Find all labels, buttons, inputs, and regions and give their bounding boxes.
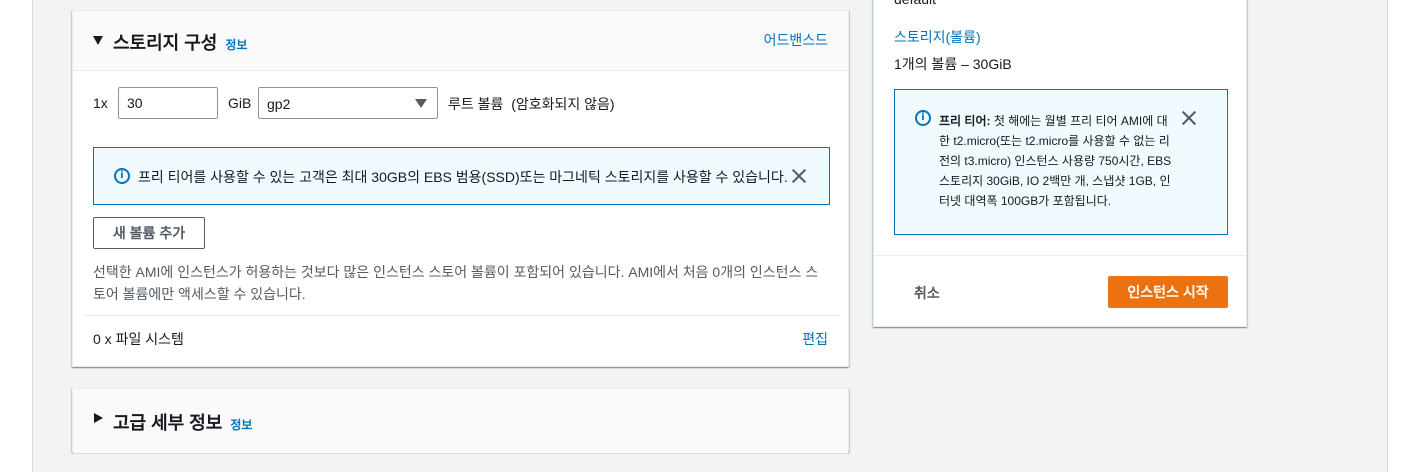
free-tier-bold-label: 프리 티어:: [939, 114, 991, 128]
add-volume-button[interactable]: 새 볼륨 추가: [93, 217, 205, 249]
summary-top-text: default: [894, 0, 936, 7]
storage-panel-header[interactable]: 스토리지 구성 정보 어드밴스드: [73, 11, 848, 71]
info-icon: i: [114, 168, 130, 184]
storage-info-link[interactable]: 정보: [225, 38, 247, 52]
free-tier-summary-alert: i 프리 티어: 첫 해에는 월별 프리 티어 AMI에 대한 t2.micro…: [894, 89, 1228, 235]
volume-size-unit: GiB: [228, 95, 252, 111]
volume-type-select[interactable]: gp2: [258, 87, 438, 119]
cancel-button[interactable]: 취소: [914, 283, 940, 303]
caret-down-icon[interactable]: [93, 36, 103, 45]
free-tier-body: 첫 해에는 월별 프리 티어 AMI에 대한 t2.micro(또는 t2.mi…: [939, 114, 1172, 208]
storage-panel-title: 스토리지 구성 정보: [113, 29, 247, 55]
storage-title-text: 스토리지 구성: [113, 33, 218, 53]
storage-volumes-value: 1개의 볼륨 – 30GiB: [894, 56, 1012, 72]
advanced-details-panel: 고급 세부 정보 정보: [72, 388, 849, 453]
divider: [83, 315, 840, 316]
edit-file-systems-link[interactable]: 편집: [802, 329, 828, 349]
instance-store-note: 선택한 AMI에 인스턴스가 허용하는 것보다 많은 인스턴스 스토어 볼륨이 …: [93, 264, 819, 302]
storage-config-panel: 스토리지 구성 정보 어드밴스드 1x GiB gp2 루트 볼륨 (암호화되지 …: [72, 10, 849, 367]
launch-instance-button[interactable]: 인스턴스 시작: [1108, 276, 1228, 308]
summary-panel: default 스토리지(볼륨) 1개의 볼륨 – 30GiB i 프리 티어:…: [873, 0, 1247, 327]
select-arrow-icon: [415, 99, 427, 108]
caret-right-icon[interactable]: [94, 413, 103, 423]
volume-size-input[interactable]: [118, 87, 218, 119]
volume-row: 1x GiB gp2 루트 볼륨 (암호화되지 않음): [93, 87, 793, 119]
advanced-info-link[interactable]: 정보: [230, 418, 252, 432]
volume-count: 1x: [93, 95, 108, 111]
file-systems-label: 0 x 파일 시스템: [93, 331, 184, 347]
info-icon: i: [915, 110, 931, 126]
close-icon[interactable]: [1181, 110, 1197, 126]
close-icon[interactable]: [791, 168, 807, 184]
free-tier-storage-alert: i 프리 티어를 사용할 수 있는 고객은 최대 30GB의 EBS 범용(SS…: [93, 147, 830, 205]
advanced-link[interactable]: 어드밴스드: [764, 30, 828, 50]
storage-volumes-link[interactable]: 스토리지(볼륨): [894, 27, 981, 47]
alert-text: 프리 티어를 사용할 수 있는 고객은 최대 30GB의 EBS 범용(SSD)…: [138, 169, 788, 185]
advanced-title-text: 고급 세부 정보: [113, 413, 223, 433]
root-volume-label: 루트 볼륨 (암호화되지 않음): [448, 96, 615, 112]
free-tier-alert-text: 프리 티어: 첫 해에는 월별 프리 티어 AMI에 대한 t2.micro(또…: [939, 111, 1175, 211]
summary-divider: [874, 255, 1246, 256]
volume-type-value: gp2: [267, 96, 291, 112]
advanced-panel-header[interactable]: 고급 세부 정보 정보: [73, 389, 848, 453]
advanced-panel-title: 고급 세부 정보 정보: [113, 409, 252, 435]
